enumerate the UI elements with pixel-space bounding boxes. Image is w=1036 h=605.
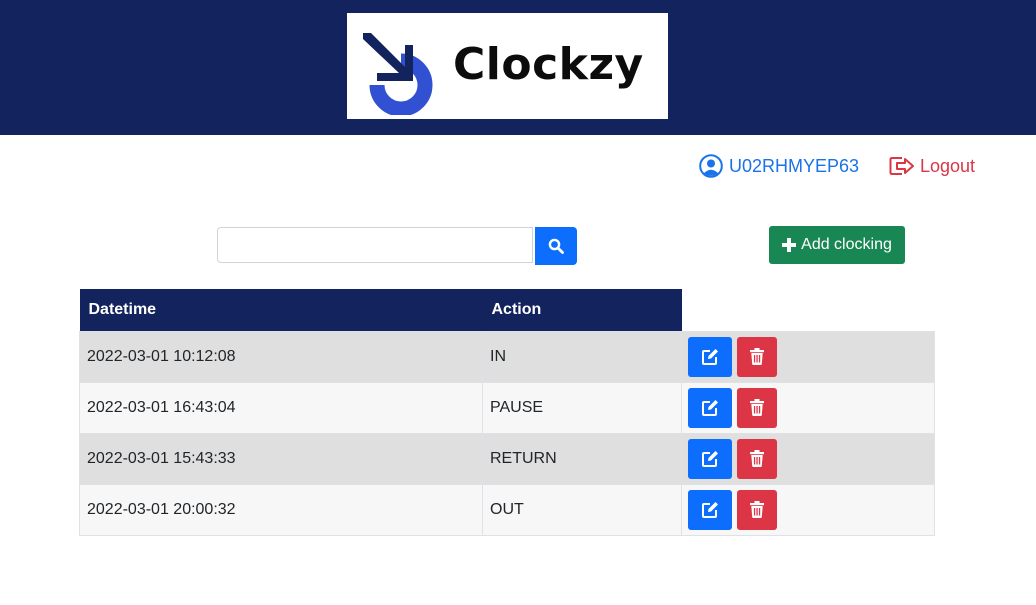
logout-label: Logout [920,155,976,176]
logo[interactable]: Clockzy [347,13,668,119]
delete-button[interactable] [737,336,778,377]
edit-button[interactable] [688,336,732,377]
cell-datetime: 2022-03-01 16:43:04 [79,381,483,434]
cell-datetime: 2022-03-01 15:43:33 [79,432,483,485]
logout-link[interactable]: Logout [889,152,975,180]
trash-icon [750,348,765,365]
trash-icon [750,399,765,416]
clockings-table: Datetime Action 2022-03-01 10:12:08 IN 2… [79,289,935,536]
top-header: Clockzy [0,0,1036,135]
user-circle-icon [699,154,723,178]
add-clocking-label: Add clocking [801,236,892,253]
sign-out-icon [889,157,914,175]
search-button[interactable] [535,227,577,265]
table-row: 2022-03-01 15:43:33 RETURN [79,432,935,485]
brand-name: Clockzy [453,39,644,90]
table-row: 2022-03-01 10:12:08 IN [79,330,935,383]
cell-action: RETURN [482,432,682,485]
edit-icon [702,450,718,467]
cell-action: IN [482,330,682,383]
search-icon [548,238,564,254]
cell-row-actions [681,483,935,536]
cell-action: PAUSE [482,381,682,434]
edit-button[interactable] [688,438,732,479]
table-header-row: Datetime Action [79,289,935,331]
user-profile-link[interactable]: U02RHMYEP63 [699,152,859,180]
cell-row-actions [681,381,935,434]
delete-button[interactable] [737,489,778,530]
table-row: 2022-03-01 16:43:04 PAUSE [79,381,935,434]
cell-row-actions [681,432,935,485]
header-datetime: Datetime [79,289,483,331]
delete-button[interactable] [737,438,778,479]
edit-button[interactable] [688,387,732,428]
edit-button[interactable] [688,489,732,530]
add-clocking-button[interactable]: Add clocking [769,226,905,264]
header-actions-column [682,289,935,331]
table-row: 2022-03-01 20:00:32 OUT [79,483,935,536]
trash-icon [750,450,765,467]
edit-icon [702,348,718,365]
search-input[interactable] [217,227,533,263]
header-action: Action [482,289,682,331]
clock-in-arrow-icon [363,33,433,115]
cell-row-actions [681,330,935,383]
edit-icon [702,399,718,416]
cell-action: OUT [482,483,682,536]
delete-button[interactable] [737,387,778,428]
trash-icon [750,501,765,518]
edit-icon [702,501,718,518]
cell-datetime: 2022-03-01 20:00:32 [79,483,483,536]
cell-datetime: 2022-03-01 10:12:08 [79,330,483,383]
user-id: U02RHMYEP63 [729,155,860,176]
plus-icon [782,238,797,252]
